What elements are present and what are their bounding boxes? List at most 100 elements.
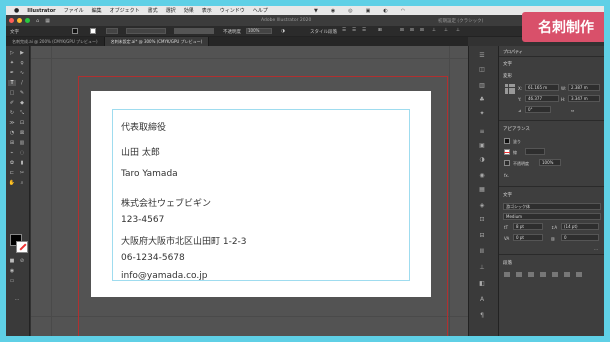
pathfinder-panel-icon[interactable]: ◧: [477, 280, 487, 287]
style-label[interactable]: スタイル: [310, 29, 328, 35]
paintbrush-tool-icon[interactable]: ✎: [18, 90, 26, 96]
zoom-window-icon[interactable]: [25, 18, 30, 23]
properties-panel-icon[interactable]: ☰: [477, 52, 487, 59]
vertical-align-icon-2[interactable]: ⊥: [444, 28, 448, 33]
status-icon-5[interactable]: ◐: [383, 8, 387, 14]
status-icon-4[interactable]: ▣: [366, 8, 371, 14]
align-objects-icon[interactable]: ⊟: [410, 28, 414, 33]
brushes-panel-icon[interactable]: ✦: [477, 110, 487, 117]
rectangle-tool-icon[interactable]: □: [8, 90, 16, 96]
stroke-swatch[interactable]: [90, 28, 96, 34]
artboard-tool-icon[interactable]: ⊏: [8, 170, 16, 176]
shaper-tool-icon[interactable]: ✐: [8, 100, 16, 106]
recolor-icon[interactable]: ◑: [281, 29, 285, 34]
status-icon-2[interactable]: ◉: [331, 8, 335, 14]
panel-opacity-field[interactable]: 100%: [539, 159, 561, 166]
free-transform-tool-icon[interactable]: ⊡: [18, 120, 26, 126]
font-weight-select[interactable]: Medium: [503, 213, 601, 220]
perspective-tool-icon[interactable]: ⊠: [18, 130, 26, 136]
menu-edit[interactable]: 編集: [92, 7, 102, 14]
appearance-panel-icon[interactable]: ◉: [477, 172, 487, 179]
hand-tool-icon[interactable]: ✋: [8, 180, 16, 186]
w-field[interactable]: 2.387 m: [568, 84, 600, 91]
lasso-tool-icon[interactable]: ϙ: [18, 60, 26, 66]
align-left-icon[interactable]: ☰: [342, 28, 346, 33]
eraser-tool-icon[interactable]: ◆: [18, 100, 26, 106]
slice-tool-icon[interactable]: ✂: [18, 170, 26, 176]
paragraph-align-right-icon[interactable]: [528, 272, 534, 277]
rotate-tool-icon[interactable]: ↻: [8, 110, 16, 116]
fill-swatch[interactable]: [72, 28, 78, 34]
card-phone[interactable]: 06-1234-5678: [121, 253, 185, 263]
menu-select[interactable]: 選択: [166, 7, 176, 14]
paragraph-justify-left-icon[interactable]: [552, 272, 558, 277]
y-field[interactable]: 46.377: [525, 95, 559, 102]
character-panel-icon[interactable]: Ⅲ: [477, 248, 487, 255]
tab-document-1[interactable]: 名刺完成.ai @ 200% (CMYK/GPU プレビュー): [6, 37, 105, 46]
menu-help[interactable]: ヘルプ: [253, 7, 268, 14]
tracking-field[interactable]: 0 pt: [513, 234, 543, 241]
flip-icon[interactable]: ⇔: [571, 108, 574, 113]
minimize-window-icon[interactable]: [17, 18, 22, 23]
menu-view[interactable]: 表示: [202, 7, 212, 14]
artboards-panel-icon[interactable]: ⊡: [477, 216, 487, 223]
card-role[interactable]: 代表取締役: [121, 120, 166, 133]
pen-tool-icon[interactable]: ✒: [8, 70, 16, 76]
h-field[interactable]: 3.347 m: [568, 95, 600, 102]
none-mode-icon[interactable]: ⊘: [18, 258, 26, 264]
close-window-icon[interactable]: [9, 18, 14, 23]
card-email[interactable]: info@yamada.co.jp: [121, 271, 207, 281]
stroke-weight-field[interactable]: [106, 28, 118, 34]
draw-mode-icon[interactable]: ◉: [8, 268, 16, 274]
character-more-icon[interactable]: …: [594, 246, 598, 251]
color-guide-icon[interactable]: ▥: [477, 82, 487, 89]
blend-tool-icon[interactable]: ◌: [18, 150, 26, 156]
line-tool-icon[interactable]: /: [18, 80, 26, 86]
magic-wand-tool-icon[interactable]: ✦: [8, 60, 16, 66]
transparency-panel-icon[interactable]: ◑: [477, 156, 487, 163]
paragraph-justify-all-icon[interactable]: [576, 272, 582, 277]
eyedropper-tool-icon[interactable]: ⌁: [8, 150, 16, 156]
paragraph-justify-center-icon[interactable]: [564, 272, 570, 277]
symbol-sprayer-tool-icon[interactable]: ✿: [8, 160, 16, 166]
align-center-icon[interactable]: ☰: [352, 28, 356, 33]
font-family-select[interactable]: 游ゴシック体: [503, 203, 601, 210]
arrange-documents-icon[interactable]: ▦: [45, 18, 50, 24]
distribute-icon[interactable]: ⊞: [378, 28, 382, 33]
type-tool-icon[interactable]: T: [8, 80, 16, 86]
status-icon-3[interactable]: ◎: [348, 8, 352, 14]
libraries-panel-icon[interactable]: ◫: [477, 66, 487, 73]
properties-tab[interactable]: プロパティ: [503, 49, 523, 55]
card-name[interactable]: 山田 太郎: [121, 145, 160, 158]
appearance-fill-swatch[interactable]: [504, 138, 510, 144]
card-company[interactable]: 株式会社ウェブビギン: [121, 196, 211, 209]
more-tools-icon[interactable]: …: [13, 296, 21, 302]
vertical-align-icon[interactable]: ⊥: [432, 28, 436, 33]
fx-button[interactable]: fx.: [504, 173, 509, 178]
paragraph-align-center-icon[interactable]: [516, 272, 522, 277]
card-postal-code[interactable]: 123-4567: [121, 215, 164, 225]
symbols-panel-icon[interactable]: ♣: [477, 96, 487, 103]
align-to-icon[interactable]: ⊟: [400, 28, 404, 33]
paragraph-panel-icon[interactable]: ¶: [477, 312, 487, 319]
stroke-weight-field[interactable]: [525, 148, 545, 155]
graph-tool-icon[interactable]: ▮: [18, 160, 26, 166]
menu-effect[interactable]: 効果: [184, 7, 194, 14]
reference-point-icon[interactable]: [505, 84, 515, 94]
paragraph-label[interactable]: 段落: [328, 29, 337, 35]
menu-window[interactable]: ウィンドウ: [220, 7, 245, 14]
brush-select[interactable]: [174, 28, 214, 34]
menu-file[interactable]: ファイル: [64, 7, 84, 14]
menu-type[interactable]: 書式: [148, 7, 158, 14]
layers-panel-icon[interactable]: ◈: [477, 202, 487, 209]
card-address[interactable]: 大阪府大阪市北区山田町 1-2-3: [121, 234, 247, 247]
links-panel-icon[interactable]: ⊟: [477, 232, 487, 239]
direct-selection-tool-icon[interactable]: ▶: [18, 50, 26, 56]
stroke-panel-icon[interactable]: ≡: [477, 128, 487, 135]
opacity-field[interactable]: 100%: [246, 28, 272, 34]
stroke-color-box[interactable]: [16, 241, 28, 253]
shape-builder-tool-icon[interactable]: ◔: [8, 130, 16, 136]
apple-menu-icon[interactable]: ●: [14, 7, 19, 14]
font-size-field[interactable]: 8 pt: [513, 223, 543, 230]
menu-app-name[interactable]: Illustrator: [27, 8, 55, 14]
